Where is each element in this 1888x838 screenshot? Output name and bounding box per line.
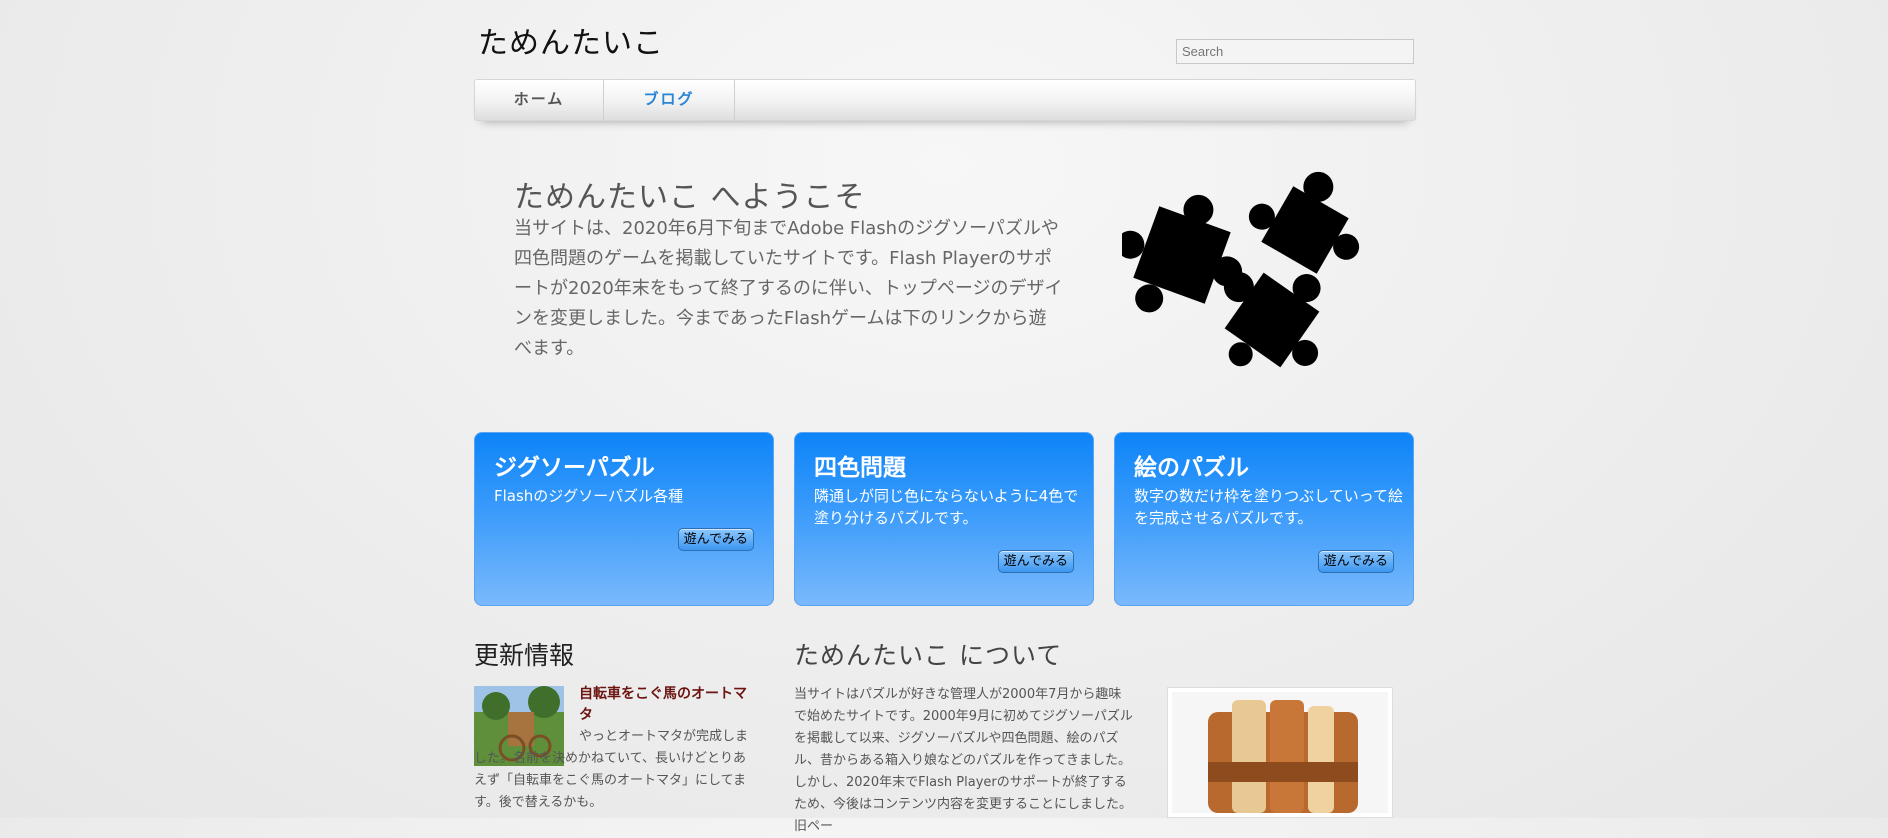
card-desc: 数字の数だけ枠を塗りつぶしていって絵を完成させるパズルです。 [1134,487,1403,527]
card-jigsaw: ジグソーパズル Flashのジグソーパズル各種 遊んでみる [474,432,774,606]
about-heading: ためんたいこ について [794,641,1063,670]
page-container: ためんたいこ ホーム ブログ ためんたいこ へようこそ 当サイトは、2020年6… [474,0,1416,834]
news-heading: 更新情報 [474,641,575,670]
card-title[interactable]: 絵のパズル [1134,448,1249,482]
nav-item-blog[interactable]: ブログ [604,80,735,120]
news-item-text: やっとオートマタが完成しました。名前を決めかねていて、長いけどとりあえず「自転車… [474,726,750,814]
hero-text: 当サイトは、2020年6月下旬までAdobe Flashのジグソーパズルや四色問… [514,218,1063,359]
card-title[interactable]: 四色問題 [814,448,906,482]
card-desc: Flashのジグソーパズル各種 [494,487,684,505]
nav-item-home[interactable]: ホーム [475,80,604,120]
wooden-puzzle-image [1167,687,1393,818]
news-item-text-body: やっとオートマタが完成しました。名前を決めかねていて、長いけどとりあえず「自転車… [474,729,749,810]
card-four-color: 四色問題 隣通しが同じ色にならないように4色で塗り分けるパズルです。 遊んでみる [794,432,1094,606]
about-text: 当サイトはパズルが好きな管理人が2000年7月から趣味で始めたサイトです。200… [794,687,1133,834]
site-title[interactable]: ためんたいこ [478,18,664,62]
card-title[interactable]: ジグソーパズル [494,448,655,482]
hero-title: ためんたいこ へようこそ [514,180,866,216]
play-button[interactable]: 遊んでみる [997,550,1074,573]
news-item-link[interactable]: 自転車をこぐ馬のオートマタ [579,684,749,726]
search-input[interactable] [1176,39,1414,64]
card-picture-puzzle: 絵のパズル 数字の数だけ枠を塗りつぶしていって絵を完成させるパズルです。 遊んで… [1114,432,1414,606]
puzzle-pieces-icon [1116,160,1370,375]
card-desc: 隣通しが同じ色にならないように4色で塗り分けるパズルです。 [814,487,1079,527]
play-button[interactable]: 遊んでみる [677,528,754,551]
play-button[interactable]: 遊んでみる [1317,550,1394,573]
main-nav: ホーム ブログ [474,79,1416,121]
